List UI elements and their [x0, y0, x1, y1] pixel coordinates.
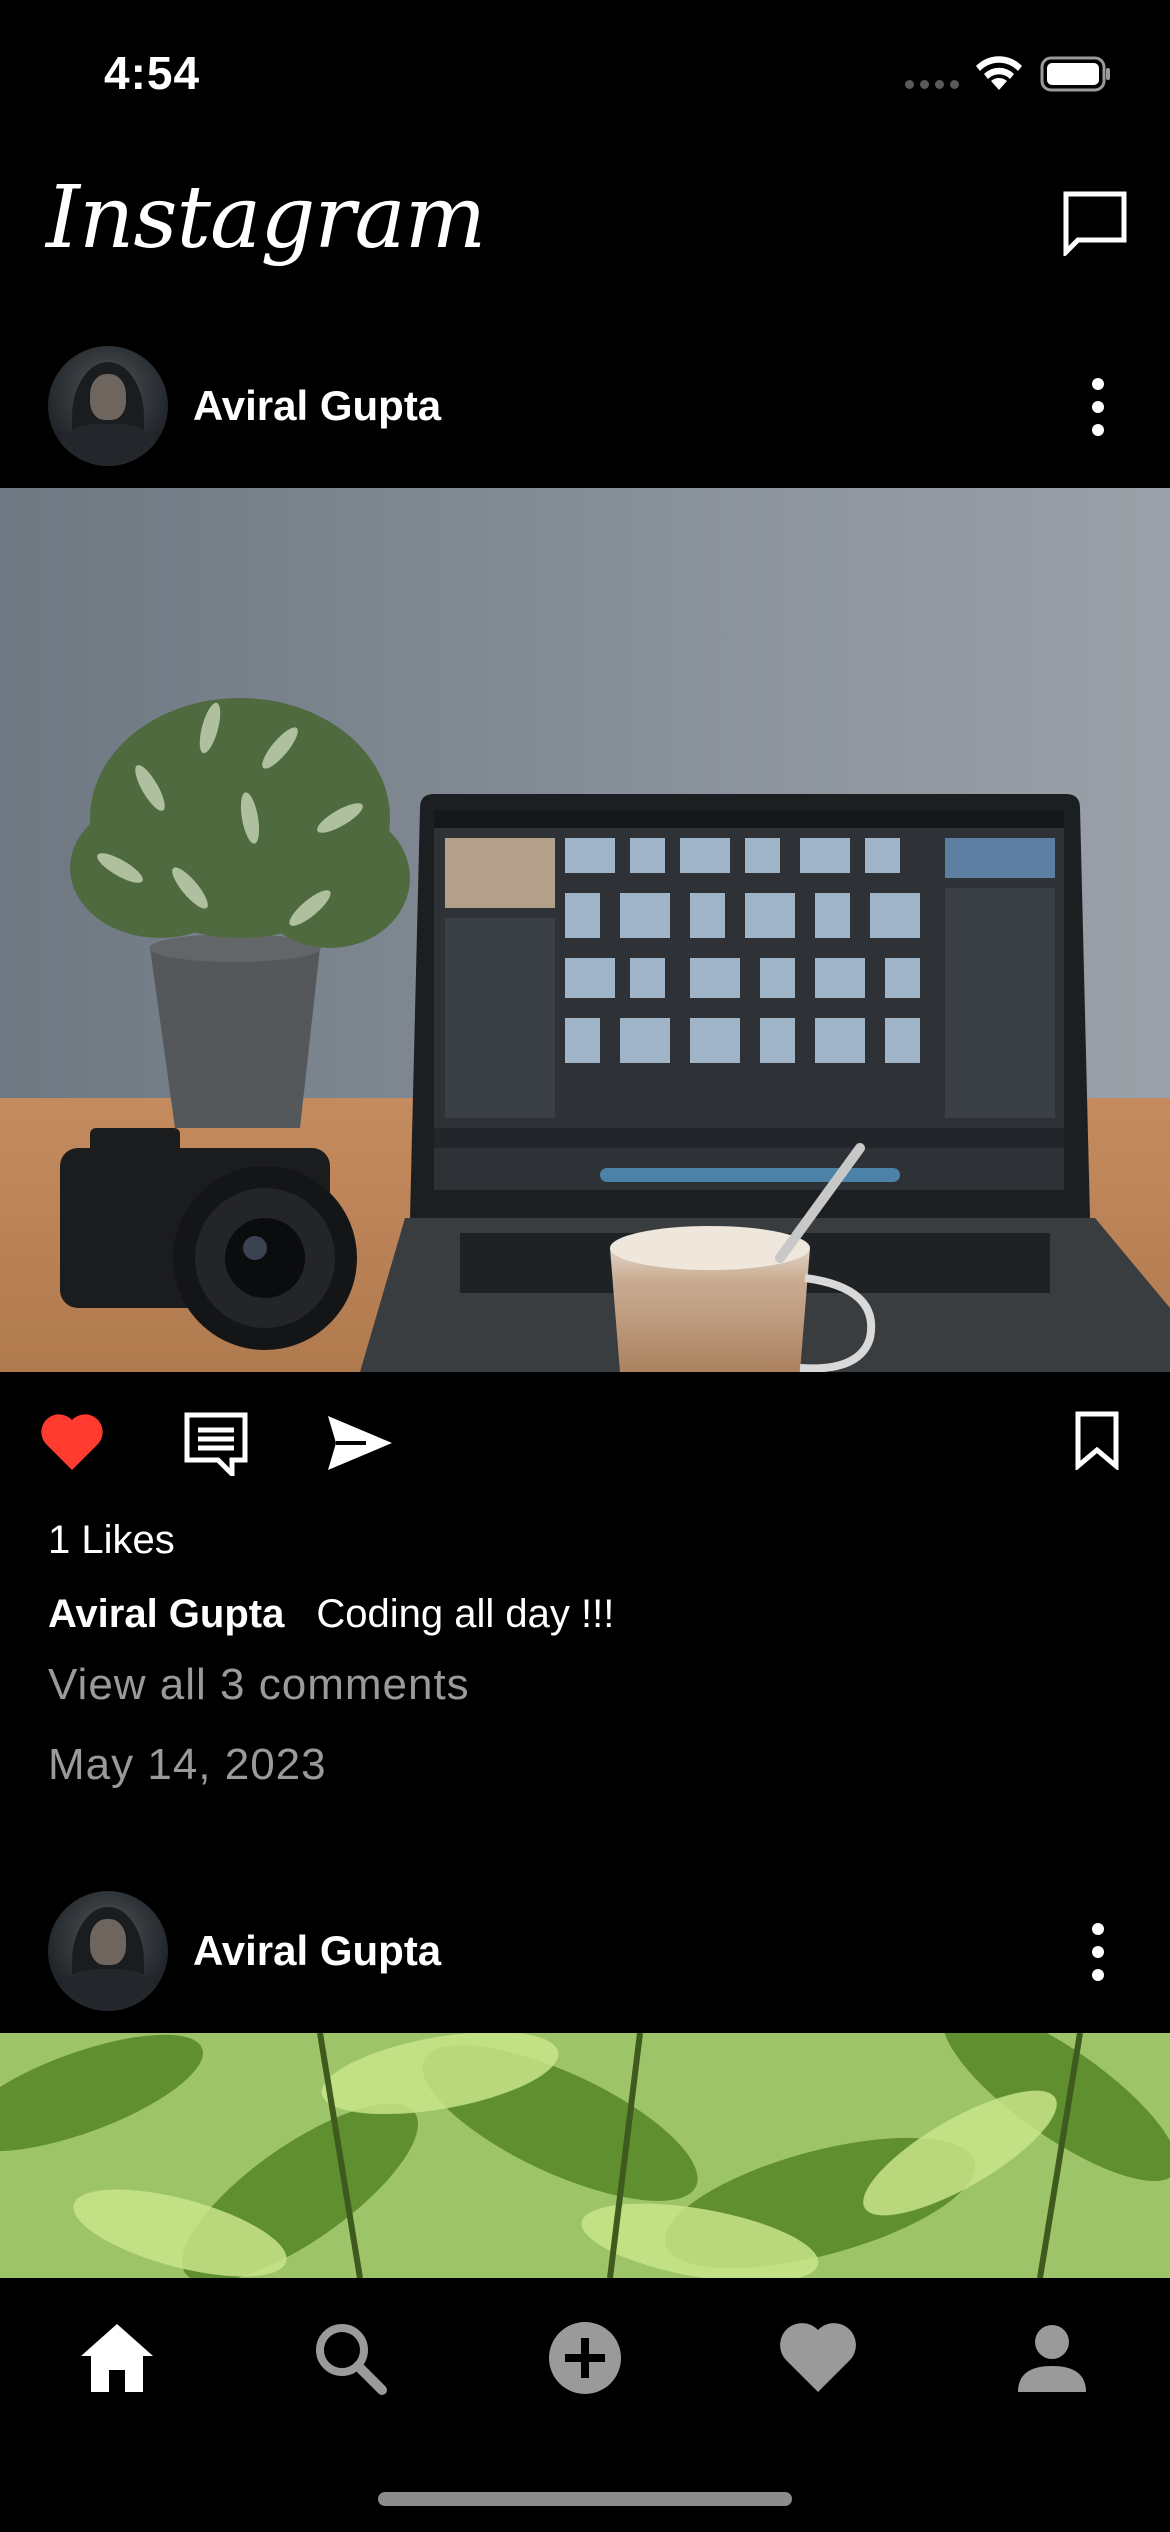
activity-heart-icon[interactable] [778, 2318, 858, 2398]
app-header: Instagram [0, 150, 1170, 340]
search-icon[interactable] [310, 2318, 390, 2398]
post-header: Aviral Gupta [0, 330, 1170, 470]
add-icon[interactable] [545, 2318, 625, 2398]
profile-icon[interactable] [1012, 2318, 1092, 2398]
comment-icon[interactable] [184, 1412, 248, 1476]
post-username[interactable]: Aviral Gupta [193, 382, 441, 430]
post-actions [0, 1374, 1170, 1514]
post-caption: Aviral Gupta Coding all day !!! [48, 1592, 614, 1637]
heart-icon[interactable] [40, 1412, 104, 1472]
wifi-icon [976, 56, 1022, 90]
status-bar: 4:54 [0, 0, 1170, 150]
post-header: Aviral Gupta [0, 1875, 1170, 2015]
home-indicator[interactable] [378, 2492, 792, 2506]
more-vertical-icon[interactable] [1080, 372, 1116, 442]
post-photo[interactable] [0, 488, 1170, 1372]
avatar[interactable] [48, 1891, 168, 2011]
instagram-logo: Instagram [46, 168, 486, 268]
caption-username[interactable]: Aviral Gupta [48, 1592, 284, 1636]
likes-count[interactable]: 1 Likes [48, 1518, 175, 1563]
more-vertical-icon[interactable] [1080, 1917, 1116, 1987]
bookmark-icon[interactable] [1074, 1410, 1120, 1470]
avatar[interactable] [48, 346, 168, 466]
message-square-icon[interactable] [1062, 190, 1128, 256]
caption-text: Coding all day !!! [316, 1592, 615, 1636]
instagram-screen: 4:54 Instagram Aviral Gupta 1 Likes Avir… [0, 0, 1170, 2532]
view-comments-link[interactable]: View all 3 comments [48, 1660, 470, 1710]
send-icon[interactable] [326, 1414, 394, 1472]
status-time: 4:54 [104, 47, 201, 99]
battery-icon [1040, 56, 1110, 92]
post-username[interactable]: Aviral Gupta [193, 1927, 441, 1975]
post-date: May 14, 2023 [48, 1740, 327, 1789]
home-icon[interactable] [77, 2318, 157, 2398]
cellular-signal-icon [905, 80, 959, 90]
post-photo[interactable] [0, 2033, 1170, 2278]
